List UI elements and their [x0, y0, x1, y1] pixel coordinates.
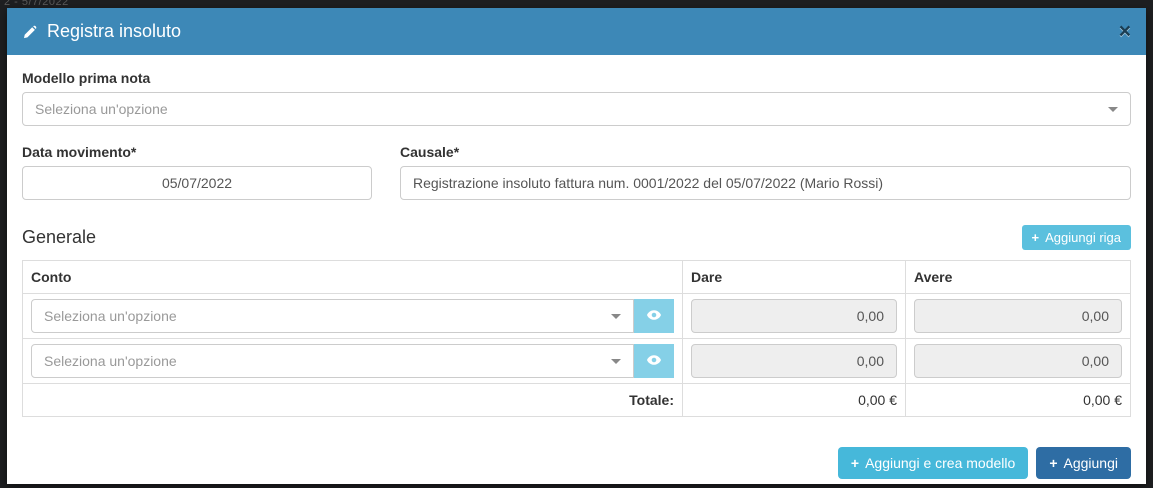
causale-label: Causale*: [400, 144, 1131, 160]
modello-prima-nota-label: Modello prima nota: [22, 70, 1131, 86]
conto-select-row1[interactable]: Seleziona un'opzione: [31, 299, 634, 333]
aggiungi-e-crea-modello-button[interactable]: + Aggiungi e crea modello: [838, 447, 1028, 479]
avere-input-row1[interactable]: [914, 299, 1122, 333]
table-header-row: Conto Dare Avere: [23, 261, 1131, 294]
plus-icon: +: [1032, 230, 1040, 245]
column-header-dare: Dare: [683, 261, 906, 294]
causale-input[interactable]: [400, 166, 1131, 200]
background-page-fragment: 2 - 5/7/2022: [4, 0, 69, 8]
generale-section-title: Generale: [22, 227, 96, 248]
aggiungi-e-crea-modello-label: Aggiungi e crea modello: [865, 455, 1015, 471]
totals-row: Totale: 0,00 € 0,00 €: [23, 384, 1131, 417]
conto-select-placeholder: Seleziona un'opzione: [44, 353, 177, 369]
data-movimento-label: Data movimento*: [22, 144, 372, 160]
aggiungi-riga-button[interactable]: + Aggiungi riga: [1022, 225, 1131, 250]
conto-select-placeholder: Seleziona un'opzione: [44, 308, 177, 324]
avere-input-row2[interactable]: [914, 344, 1122, 378]
aggiungi-riga-label: Aggiungi riga: [1045, 230, 1121, 245]
aggiungi-button[interactable]: + Aggiungi: [1036, 447, 1131, 479]
modal-header: Registra insoluto ×: [7, 8, 1146, 55]
plus-icon: +: [1049, 455, 1057, 471]
aggiungi-label: Aggiungi: [1064, 455, 1119, 471]
eye-icon: [646, 307, 662, 326]
modello-select-placeholder: Seleziona un'opzione: [35, 101, 168, 117]
column-header-avere: Avere: [906, 261, 1131, 294]
modello-prima-nota-select[interactable]: Seleziona un'opzione: [22, 92, 1131, 126]
modal-footer: + Aggiungi e crea modello + Aggiungi: [7, 432, 1146, 488]
conto-select-row2[interactable]: Seleziona un'opzione: [31, 344, 634, 378]
totale-dare-value: 0,00 €: [683, 384, 906, 417]
close-icon[interactable]: ×: [1119, 21, 1131, 42]
eye-icon: [646, 352, 662, 371]
dare-input-row2[interactable]: [691, 344, 897, 378]
dare-input-row1[interactable]: [691, 299, 897, 333]
pencil-icon: [22, 24, 38, 40]
eye-button-row2[interactable]: [634, 344, 674, 378]
modal-title: Registra insoluto: [22, 21, 181, 42]
chevron-down-icon: [1108, 107, 1118, 112]
plus-icon: +: [851, 455, 859, 471]
chevron-down-icon: [611, 359, 621, 364]
totale-label: Totale:: [23, 384, 683, 417]
registra-insoluto-modal: Registra insoluto × Modello prima nota S…: [7, 8, 1146, 484]
data-movimento-input[interactable]: [22, 166, 372, 200]
modal-title-text: Registra insoluto: [47, 21, 181, 42]
accounts-table: Conto Dare Avere Seleziona un'opzione: [22, 260, 1131, 417]
eye-button-row1[interactable]: [634, 299, 674, 333]
table-row: Seleziona un'opzione: [23, 294, 1131, 339]
table-row: Seleziona un'opzione: [23, 339, 1131, 384]
chevron-down-icon: [611, 314, 621, 319]
column-header-conto: Conto: [23, 261, 683, 294]
totale-avere-value: 0,00 €: [906, 384, 1131, 417]
modal-body: Modello prima nota Seleziona un'opzione …: [7, 55, 1146, 432]
